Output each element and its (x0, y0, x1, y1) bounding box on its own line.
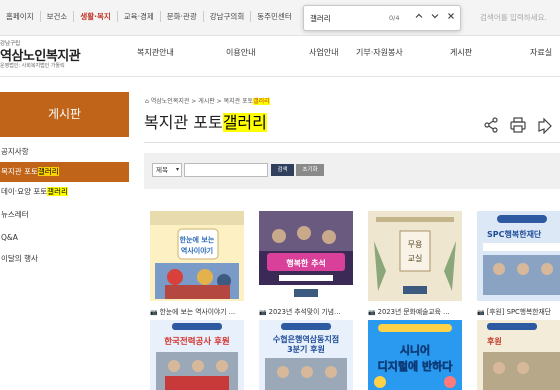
svg-text:한눈에 보는: 한눈에 보는 (180, 235, 215, 244)
svg-text:무용: 무용 (408, 240, 423, 249)
sidebar-item-label: 뉴스레터 (1, 210, 29, 219)
camera-icon: 📷 (259, 309, 267, 316)
gallery-thumb[interactable]: SPC행복한재단 (477, 211, 560, 301)
camera-icon: 📷 (368, 309, 376, 316)
sidebar-item-events[interactable]: 이달의 행사 (0, 252, 129, 266)
svg-text:3분기 후원: 3분기 후원 (287, 344, 325, 354)
sidebar-item-label: 복지관 포토 (1, 167, 38, 176)
sidebar-item-label: 공지사항 (1, 147, 29, 156)
breadcrumb: ⌂ 역삼노인복지관 > 게시판 > 복지관 포토갤러리 (145, 96, 270, 105)
svg-text:행복한 추석: 행복한 추석 (286, 258, 326, 268)
share-icon[interactable] (482, 116, 500, 134)
nav-about[interactable]: 복지관안내 (137, 47, 174, 58)
find-highlight: 갤러리 (47, 187, 68, 196)
breadcrumb-path: 역삼노인복지관 > 게시판 > 복지관 포토 (150, 98, 254, 105)
print-icon[interactable] (509, 116, 527, 134)
top-link-health[interactable]: 보건소 (41, 11, 75, 22)
top-utility-bar: 홈페이지 보건소 생활·복지 교육·경제 문화·관광 강남구의회 동주민센터 검… (0, 0, 560, 36)
caption-text: 2023년 문화예술교육 ... (377, 308, 450, 316)
gallery-thumb[interactable]: 무용 교실 (368, 211, 462, 301)
keyword-input[interactable] (184, 163, 268, 177)
svg-text:역사이야기: 역사이야기 (181, 246, 213, 255)
find-highlight: 갤러리 (253, 98, 270, 105)
nav-donation[interactable]: 기부·자원봉사 (356, 47, 403, 58)
chevron-down-icon: ▾ (175, 166, 179, 173)
gallery-thumb[interactable]: 한국전력공사 후원 (150, 320, 244, 390)
top-link-council[interactable]: 강남구의회 (204, 11, 252, 22)
title-divider (144, 142, 560, 143)
find-highlight: 갤러리 (222, 113, 267, 132)
top-link-welfare[interactable]: 생활·복지 (74, 11, 118, 22)
caption-text: 한눈에 보는 역사이야기 ... (159, 308, 236, 316)
nav-board[interactable]: 게시판 (450, 47, 472, 58)
page-title: 복지관 포토갤러리 (144, 109, 267, 133)
find-count: 0/4 (389, 14, 400, 22)
reset-button[interactable]: 초기화 (296, 164, 324, 176)
camera-icon: 📷 (150, 309, 158, 316)
gallery-thumb[interactable]: 한눈에 보는 역사이야기 (150, 211, 244, 301)
search-button[interactable]: 검색 (271, 164, 294, 176)
nav-usage[interactable]: 이용안내 (226, 47, 255, 58)
svg-text:후원: 후원 (487, 336, 502, 346)
top-link-home[interactable]: 홈페이지 (0, 11, 41, 22)
sidebar-item-label: 데이·요양 포토 (1, 187, 48, 196)
gallery-caption[interactable]: 📷 [후원] SPC행복한재단 (477, 306, 560, 316)
camera-icon: 📷 (477, 309, 485, 316)
caption-text: [후원] SPC행복한재단 (486, 308, 552, 316)
sidebar-item-label: 이달의 행사 (1, 254, 38, 263)
nav-programs[interactable]: 사업안내 (309, 47, 338, 58)
sidebar-item-care-gallery[interactable]: 데이·요양 포토갤러리 (0, 185, 129, 199)
nav-archive[interactable]: 자료실 (530, 47, 552, 58)
svg-text:시니어: 시니어 (400, 343, 430, 357)
gallery-thumb[interactable]: 시니어 디지털에 반하다 (368, 320, 462, 390)
chevron-up-icon[interactable] (412, 11, 426, 25)
svg-text:디지털에 반하다: 디지털에 반하다 (378, 359, 454, 373)
sidebar-item-notice[interactable]: 공지사항 (0, 145, 129, 159)
gallery-caption[interactable]: 📷 2023년 문화예술교육 ... (368, 306, 468, 316)
top-link-community[interactable]: 동주민센터 (251, 11, 298, 22)
gallery-thumb[interactable]: 행복한 추석 (259, 211, 353, 301)
home-icon[interactable]: ⌂ (145, 98, 149, 105)
page-title-text: 복지관 포토 (144, 113, 223, 132)
sidebar-item-newsletter[interactable]: 뉴스레터 (0, 208, 129, 222)
gallery-thumb[interactable]: 수협은행역삼동지점 3분기 후원 (259, 320, 353, 390)
sidebar-title: 게시판 (0, 92, 129, 137)
header-divider (0, 76, 560, 77)
chevron-down-icon[interactable] (428, 11, 442, 25)
logo-subtitle-bottom: 운영법인: 사회복지법인 가톨릭 (0, 63, 65, 69)
gallery-caption[interactable]: 📷 2023년 추석맞이 기념... (259, 306, 359, 316)
sidebar-item-qna[interactable]: Q&A (0, 231, 129, 245)
find-bar: 갤러리 0/4 (303, 5, 461, 31)
find-highlight: 갤러리 (37, 167, 59, 176)
site-links: 홈페이지 보건소 생활·복지 교육·경제 문화·관광 강남구의회 동주민센터 (0, 11, 298, 22)
svg-text:교실: 교실 (408, 253, 423, 263)
svg-text:SPC행복한재단: SPC행복한재단 (487, 229, 542, 239)
caption-text: 2023년 추석맞이 기념... (268, 308, 341, 316)
svg-text:한국전력공사 후원: 한국전력공사 후원 (164, 336, 230, 347)
close-icon[interactable] (444, 11, 458, 25)
top-link-education[interactable]: 교육·경제 (118, 11, 161, 22)
scrap-icon[interactable] (536, 116, 554, 135)
search-field-select[interactable]: 제목 ▾ (152, 163, 182, 177)
gallery-caption[interactable]: 📷 한눈에 보는 역사이야기 ... (150, 306, 250, 316)
find-input[interactable]: 갤러리 (310, 13, 331, 24)
svg-text:수협은행역삼동지점: 수협은행역삼동지점 (273, 334, 339, 344)
top-link-culture[interactable]: 문화·관광 (161, 11, 204, 22)
sidebar-item-label: Q&A (1, 233, 18, 242)
gallery-thumb[interactable]: 후원 (477, 320, 560, 390)
sidebar-item-photo-gallery[interactable]: 복지관 포토갤러리 (0, 162, 129, 182)
select-value: 제목 (156, 166, 168, 174)
site-search-input[interactable]: 검색어를 입력하세요. (480, 12, 547, 23)
